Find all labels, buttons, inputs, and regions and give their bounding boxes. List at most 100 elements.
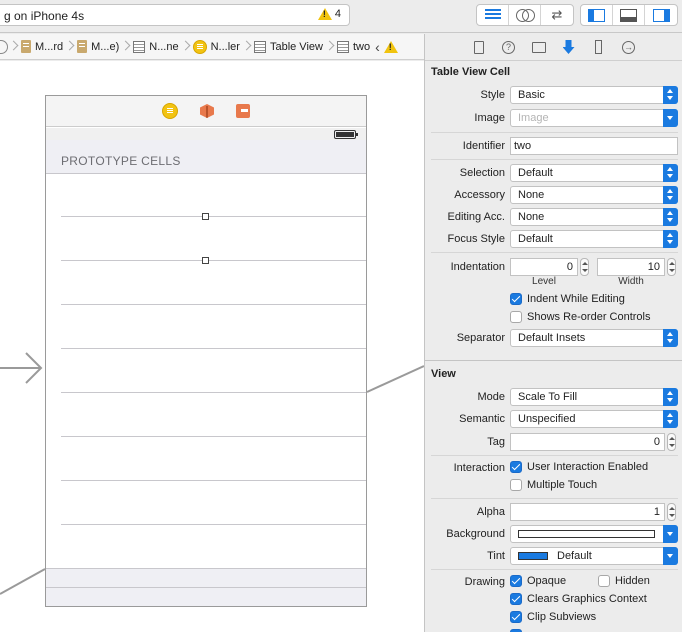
debug-area-toggle-button[interactable]	[613, 5, 645, 25]
drawing-label: Drawing	[464, 576, 505, 588]
accessory-popup[interactable]: None	[510, 186, 678, 204]
divider	[431, 455, 678, 456]
semantic-popup[interactable]: Unspecified	[510, 410, 678, 428]
table-cell-icon	[336, 40, 349, 53]
quick-help-tab[interactable]: ?	[501, 39, 517, 55]
checkbox-checked	[510, 611, 522, 623]
table-icon	[133, 40, 146, 53]
indentation-level-stepper[interactable]	[580, 258, 589, 276]
separator-popup[interactable]: Default Insets	[510, 329, 678, 347]
breadcrumb-item[interactable]: Table View	[253, 40, 324, 53]
alpha-field[interactable]: 1	[510, 503, 665, 521]
storyboard-icon	[0, 39, 8, 54]
chevron-right-icon	[326, 38, 334, 56]
alpha-stepper[interactable]	[667, 503, 676, 521]
semantic-value: Unspecified	[518, 413, 576, 425]
section-divider	[425, 360, 682, 361]
first-responder-icon[interactable]	[200, 104, 214, 118]
breadcrumb-item[interactable]: N...ne	[132, 40, 179, 53]
connections-inspector-tab[interactable]: →	[621, 39, 637, 55]
indent-while-editing-checkbox[interactable]: Indent While Editing	[510, 293, 625, 305]
mode-popup[interactable]: Scale To Fill	[510, 388, 678, 406]
indentation-width-stepper[interactable]	[667, 258, 676, 276]
separator-value: Default Insets	[518, 332, 586, 344]
accessory-label: Accessory	[454, 189, 505, 201]
file-icon	[473, 40, 484, 54]
image-combo[interactable]: Image	[510, 109, 678, 127]
assistant-editor-button[interactable]	[509, 5, 541, 25]
selection-value: Default	[518, 167, 553, 179]
chevron-right-icon	[66, 38, 74, 56]
size-inspector-tab[interactable]	[591, 39, 607, 55]
width-sublabel: Width	[618, 276, 644, 287]
identifier-label: Identifier	[462, 140, 505, 152]
navigator-panel-icon	[588, 8, 605, 22]
tag-field[interactable]: 0	[510, 433, 665, 451]
breadcrumb-item[interactable]: two	[336, 40, 371, 53]
warning-icon[interactable]	[383, 40, 398, 53]
breadcrumb-item[interactable]: N...ler	[192, 39, 241, 54]
version-editor-button[interactable]: ⇄	[541, 5, 573, 25]
opaque-checkbox[interactable]: Opaque	[510, 575, 566, 587]
resize-handle[interactable]	[202, 257, 209, 264]
table-footer	[46, 568, 366, 606]
cell-separator	[61, 260, 366, 261]
battery-icon	[334, 130, 358, 139]
clears-graphics-context-checkbox[interactable]: Clears Graphics Context	[510, 593, 647, 605]
tag-stepper[interactable]	[667, 433, 676, 451]
background-color-swatch	[518, 530, 655, 538]
version-editor-icon: ⇄	[551, 7, 563, 22]
checkbox-unchecked	[510, 311, 522, 323]
cell-separator	[61, 216, 366, 217]
level-sublabel: Level	[532, 276, 556, 287]
storyboard-canvas[interactable]: PROTOTYPE CELLS	[0, 61, 424, 632]
style-value: Basic	[518, 89, 545, 101]
assistant-editor-icon	[515, 9, 535, 22]
selection-label: Selection	[459, 167, 505, 179]
mode-label: Mode	[477, 391, 505, 403]
scene-dock	[46, 96, 366, 127]
attributes-inspector-tab[interactable]	[561, 39, 577, 55]
user-interaction-enabled-checkbox[interactable]: User Interaction Enabled	[510, 461, 648, 473]
focus-style-value: Default	[518, 233, 553, 245]
indentation-width-field[interactable]: 10	[597, 258, 665, 276]
standard-editor-button[interactable]	[477, 5, 509, 25]
file-inspector-tab[interactable]	[471, 39, 487, 55]
indentation-level-field[interactable]: 0	[510, 258, 578, 276]
editing-accessory-popup[interactable]: None	[510, 208, 678, 226]
chevron-down-icon	[663, 547, 678, 565]
tint-color-well[interactable]: Default	[510, 547, 678, 565]
hidden-checkbox[interactable]: Hidden	[598, 575, 650, 587]
clip-subviews-checkbox[interactable]: Clip Subviews	[510, 611, 596, 623]
identifier-field[interactable]: two	[510, 137, 678, 155]
xcode-window: g on iPhone 4s 4 ⇄ M...rd M...e) N...ne …	[0, 0, 682, 632]
divider	[431, 569, 678, 570]
chevron-updown-icon	[663, 186, 678, 204]
utilities-toggle-button[interactable]	[645, 5, 677, 25]
checkbox-checked	[510, 575, 522, 587]
multiple-touch-checkbox[interactable]: Multiple Touch	[510, 479, 597, 491]
breadcrumb-item[interactable]: M...rd	[20, 40, 64, 53]
previous-issue-button[interactable]: ‹	[371, 39, 384, 55]
exit-icon[interactable]	[236, 104, 250, 118]
attributes-icon	[562, 40, 575, 54]
table-view-controller-scene[interactable]: PROTOTYPE CELLS	[45, 95, 367, 607]
breadcrumb-item[interactable]: M...e)	[76, 40, 120, 53]
chevron-right-icon	[243, 38, 251, 56]
indentation-label: Indentation	[450, 261, 505, 273]
warning-indicator[interactable]: 4	[317, 8, 341, 20]
identity-inspector-tab[interactable]	[531, 39, 547, 55]
focus-style-popup[interactable]: Default	[510, 230, 678, 248]
activity-viewer[interactable]: g on iPhone 4s 4	[0, 4, 350, 26]
segue-arrow-head	[25, 352, 43, 384]
chevron-updown-icon	[663, 410, 678, 428]
cell-separator	[61, 524, 366, 525]
view-controller-icon[interactable]	[162, 103, 178, 119]
style-popup[interactable]: Basic	[510, 86, 678, 104]
view-controller-icon	[192, 39, 207, 54]
shows-reorder-checkbox[interactable]: Shows Re-order Controls	[510, 311, 651, 323]
background-color-well[interactable]	[510, 525, 678, 543]
resize-handle[interactable]	[202, 213, 209, 220]
selection-popup[interactable]: Default	[510, 164, 678, 182]
navigator-toggle-button[interactable]	[581, 5, 613, 25]
